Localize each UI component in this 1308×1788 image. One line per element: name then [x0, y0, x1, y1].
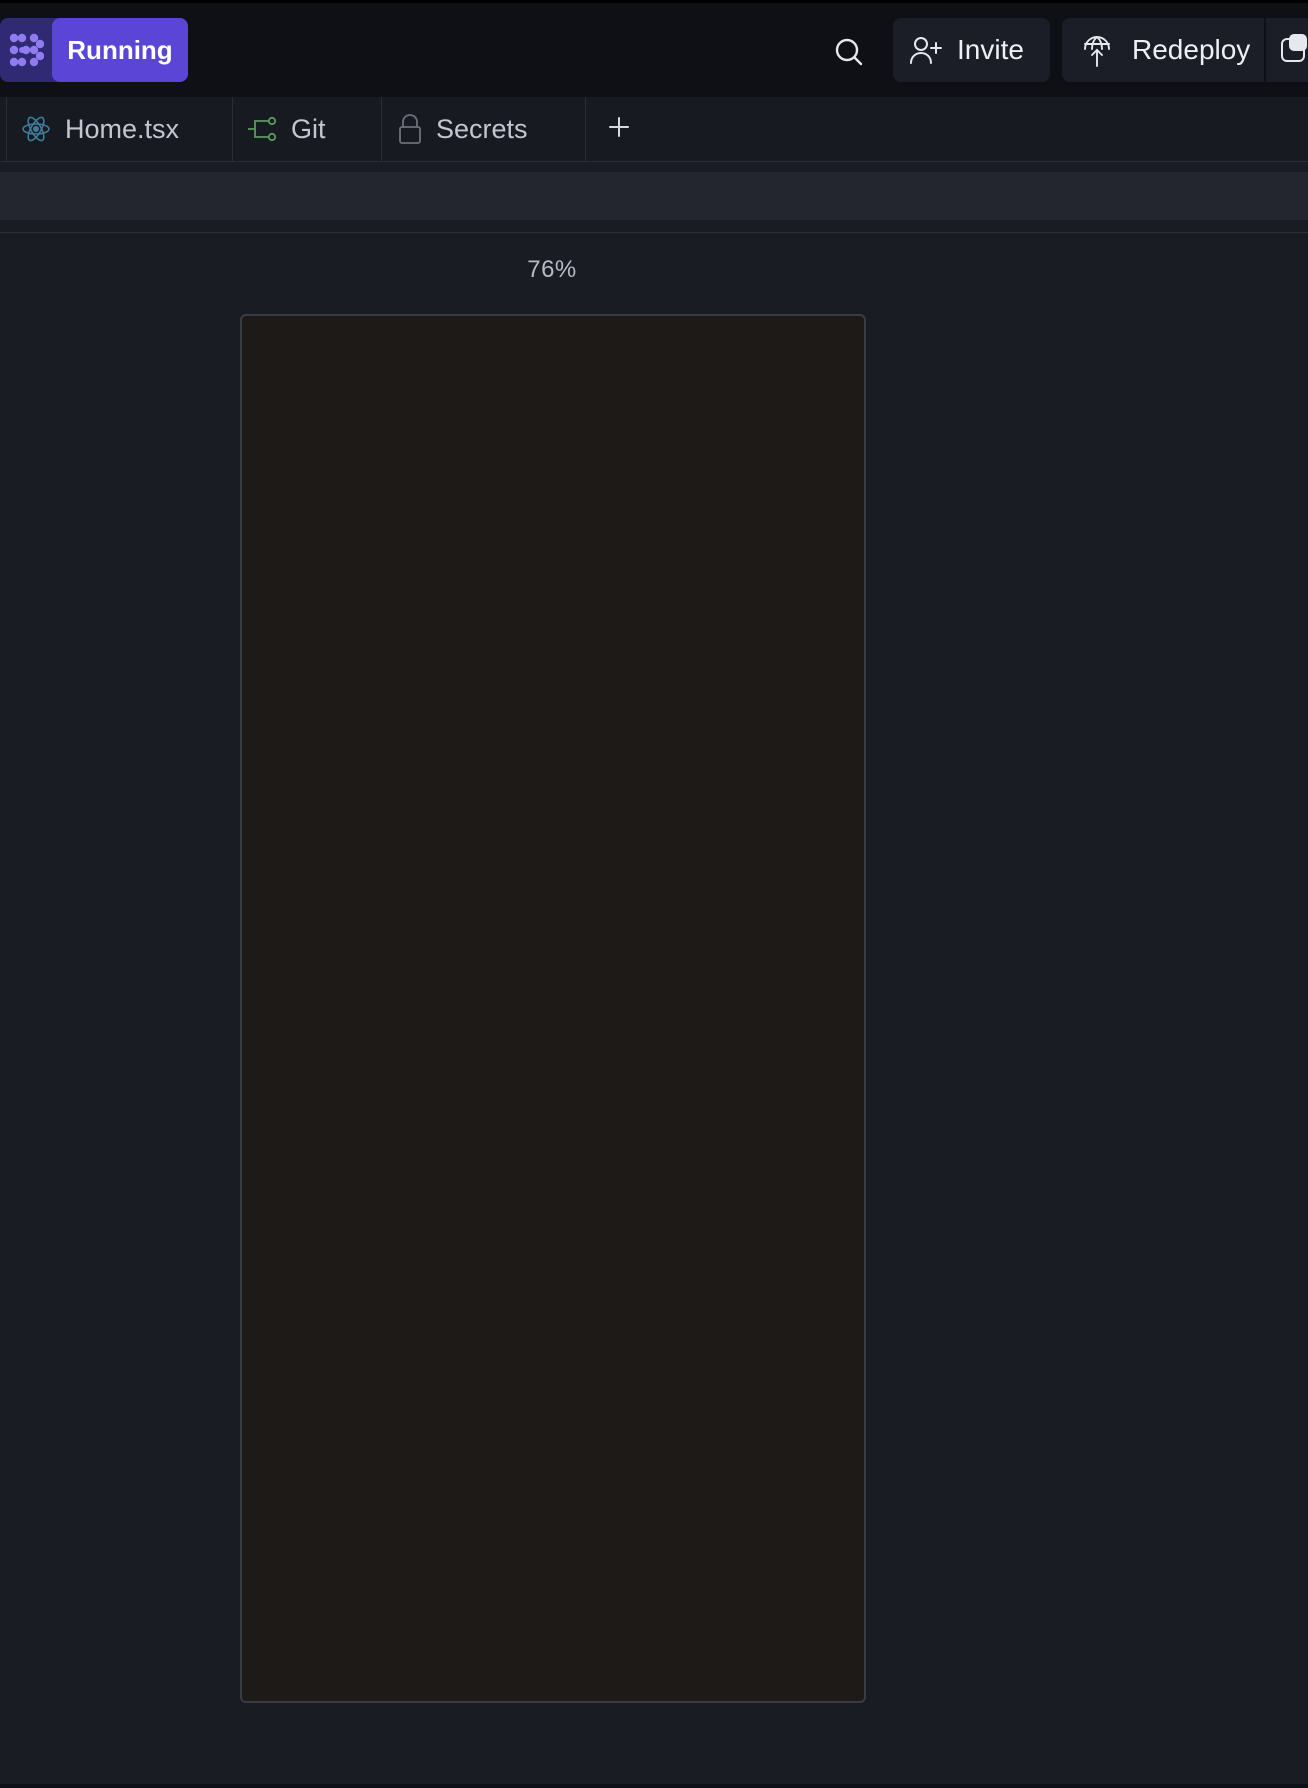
react-icon — [21, 114, 51, 144]
search-button[interactable] — [826, 31, 872, 77]
invite-button[interactable]: Invite — [893, 18, 1050, 82]
redeploy-label: Redeploy — [1132, 34, 1251, 65]
window-icon — [1280, 33, 1308, 68]
replit-logo-icon[interactable] — [0, 18, 52, 82]
top-bar: Running Invite Redeploy — [0, 3, 1308, 97]
tab-git[interactable]: Git — [233, 97, 382, 161]
lock-icon — [398, 113, 422, 145]
plus-icon — [608, 116, 630, 143]
run-button[interactable]: Running — [52, 18, 188, 82]
add-user-icon — [909, 35, 943, 65]
search-icon — [834, 37, 864, 72]
tab-label: Home.tsx — [65, 113, 180, 144]
preview-frame[interactable] — [240, 314, 866, 1703]
tab-secrets[interactable]: Secrets — [382, 97, 586, 161]
window-bottom-border — [0, 1784, 1308, 1788]
preview-url-bar[interactable] — [0, 172, 1308, 220]
tab-home-tsx[interactable]: Home.tsx — [6, 97, 233, 161]
zoom-level: 76% — [527, 256, 577, 283]
tab-label: Secrets — [436, 113, 528, 144]
divider — [0, 232, 1308, 233]
run-control: Running — [0, 18, 188, 82]
redeploy-button[interactable]: Redeploy — [1062, 18, 1264, 82]
git-branch-icon — [247, 114, 277, 144]
globe-upload-icon — [1082, 33, 1112, 67]
add-tab-button[interactable] — [586, 97, 652, 161]
tab-bar: Home.tsx Git Secrets — [0, 97, 1308, 162]
tab-label: Git — [291, 113, 326, 144]
invite-label: Invite — [957, 34, 1024, 65]
window-button[interactable] — [1266, 18, 1308, 82]
